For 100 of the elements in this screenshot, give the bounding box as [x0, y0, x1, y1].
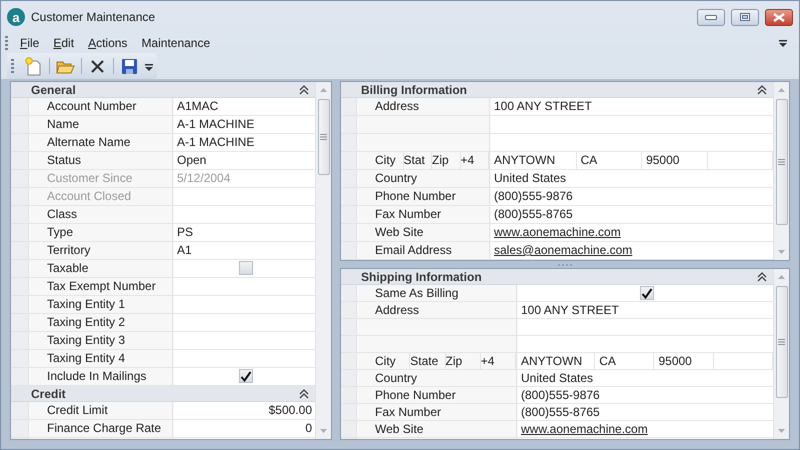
- collapse-icon[interactable]: [299, 388, 309, 398]
- field-label: +4: [460, 152, 489, 169]
- menu-item[interactable]: Actions: [82, 34, 134, 52]
- collapse-icon[interactable]: [757, 84, 767, 94]
- field-label: Email Address: [357, 242, 490, 259]
- checkbox[interactable]: [239, 369, 253, 383]
- field-label: Web Site: [357, 421, 517, 437]
- check-icon: [240, 370, 252, 382]
- section-title: Billing Information: [361, 82, 468, 98]
- scroll-up-icon[interactable]: [778, 275, 785, 279]
- scroll-down-icon[interactable]: [778, 250, 785, 254]
- section-title: Shipping Information: [361, 269, 483, 286]
- field-label: Name: [29, 116, 173, 133]
- maximize-button[interactable]: [731, 8, 759, 26]
- minimize-button[interactable]: [697, 8, 725, 26]
- overflow-menu-icon[interactable]: [779, 40, 787, 46]
- field-label: Fax Number: [357, 206, 490, 223]
- collapse-icon[interactable]: [299, 84, 309, 94]
- field-value[interactable]: ANYTOWN: [517, 353, 596, 369]
- field-label: Account Closed: [29, 188, 173, 205]
- link[interactable]: www.aonemachine.com: [521, 421, 648, 437]
- toolbar-overflow-icon[interactable]: [145, 62, 153, 70]
- menu-item[interactable]: Maintenance: [135, 34, 216, 52]
- field-label: Include In Mailings: [29, 368, 173, 385]
- maximize-icon: [740, 13, 750, 21]
- field-value[interactable]: PS: [177, 224, 194, 241]
- field-label: City: [375, 152, 404, 169]
- field-value[interactable]: 100 ANY STREET: [494, 98, 592, 115]
- field-label: Country: [357, 170, 490, 187]
- field-value[interactable]: United States: [494, 170, 566, 187]
- field-label: Country: [357, 370, 517, 386]
- field-label: Tax Exempt Number: [29, 278, 173, 295]
- field-value[interactable]: ANYTOWN: [490, 152, 577, 169]
- field-label: Type: [29, 224, 173, 241]
- field-label: Customer Since: [29, 170, 173, 187]
- section-title: Credit: [31, 386, 67, 402]
- field-value[interactable]: CA: [576, 152, 642, 169]
- field-value[interactable]: 100 ANY STREET: [521, 302, 619, 318]
- field-label: Same As Billing: [357, 285, 517, 301]
- field-value[interactable]: 95000: [642, 152, 708, 169]
- field-label: Address: [357, 302, 517, 318]
- scrollbar[interactable]: [773, 269, 789, 439]
- app-logo: a: [7, 8, 25, 26]
- field-label: Web Site: [357, 224, 490, 241]
- field-label: Territory: [29, 242, 173, 259]
- scrollbar[interactable]: [315, 82, 331, 439]
- section-title: General: [31, 82, 77, 98]
- scroll-down-icon[interactable]: [320, 429, 327, 433]
- minimize-icon: [705, 14, 717, 20]
- grip-icon: [320, 134, 327, 140]
- close-button[interactable]: [765, 8, 793, 26]
- field-label: Taxing Entity 1: [29, 296, 173, 313]
- menu-item[interactable]: Edit: [47, 34, 80, 52]
- grip-icon: [778, 159, 785, 165]
- field-label: Alternate Name: [29, 134, 173, 151]
- field-label: Stat: [404, 152, 432, 169]
- field-value[interactable]: (800)555-8765: [494, 206, 573, 223]
- field-value[interactable]: $500.00: [268, 402, 312, 419]
- scroll-up-icon[interactable]: [778, 88, 785, 92]
- field-value[interactable]: 95000: [654, 353, 714, 369]
- field-value[interactable]: CA: [595, 353, 654, 369]
- field-label: Taxing Entity 2: [29, 314, 173, 331]
- field-label: State: [410, 353, 446, 369]
- scrollbar[interactable]: [773, 82, 789, 260]
- field-label: Credit Limit: [29, 402, 173, 419]
- field-value[interactable]: (800)555-9876: [494, 188, 573, 205]
- field-label: Phone Number: [357, 387, 517, 403]
- field-value[interactable]: Open: [177, 152, 206, 169]
- scroll-thumb[interactable]: [776, 286, 788, 398]
- link[interactable]: www.aonemachine.com: [494, 224, 621, 241]
- scroll-down-icon[interactable]: [778, 429, 785, 433]
- field-label: Zip: [446, 353, 481, 369]
- field-value[interactable]: (800)555-9876: [521, 387, 600, 403]
- field-value[interactable]: A-1 MACHINE: [177, 134, 254, 151]
- field-value[interactable]: A-1 MACHINE: [177, 116, 254, 133]
- field-label: Address: [357, 98, 490, 115]
- checkbox[interactable]: [239, 261, 253, 275]
- field-value[interactable]: (800)555-8765: [521, 404, 600, 420]
- field-label: Account Number: [29, 98, 173, 115]
- save-icon: [120, 56, 139, 76]
- field-value[interactable]: 0: [305, 420, 312, 437]
- field-label: Taxing Entity 3: [29, 332, 173, 349]
- field-value[interactable]: A1: [177, 242, 192, 259]
- field-label: Phone Number: [357, 188, 490, 205]
- grip-icon: [778, 339, 785, 345]
- link[interactable]: sales@aonemachine.com: [494, 242, 632, 259]
- new-document-icon: [24, 56, 43, 76]
- close-icon: [773, 12, 785, 22]
- checkbox[interactable]: [640, 286, 654, 300]
- field-label: Fax Number: [357, 404, 517, 420]
- field-value[interactable]: A1MAC: [177, 98, 218, 115]
- scroll-thumb[interactable]: [776, 99, 788, 225]
- menu-item[interactable]: File: [14, 34, 46, 52]
- scroll-up-icon[interactable]: [320, 88, 327, 92]
- field-label: Taxing Entity 4: [29, 350, 173, 367]
- field-label: +4: [480, 353, 516, 369]
- scroll-thumb[interactable]: [318, 99, 330, 175]
- field-value[interactable]: United States: [521, 370, 594, 386]
- collapse-icon[interactable]: [757, 272, 767, 282]
- field-label: Finance Charge Rate: [29, 420, 173, 437]
